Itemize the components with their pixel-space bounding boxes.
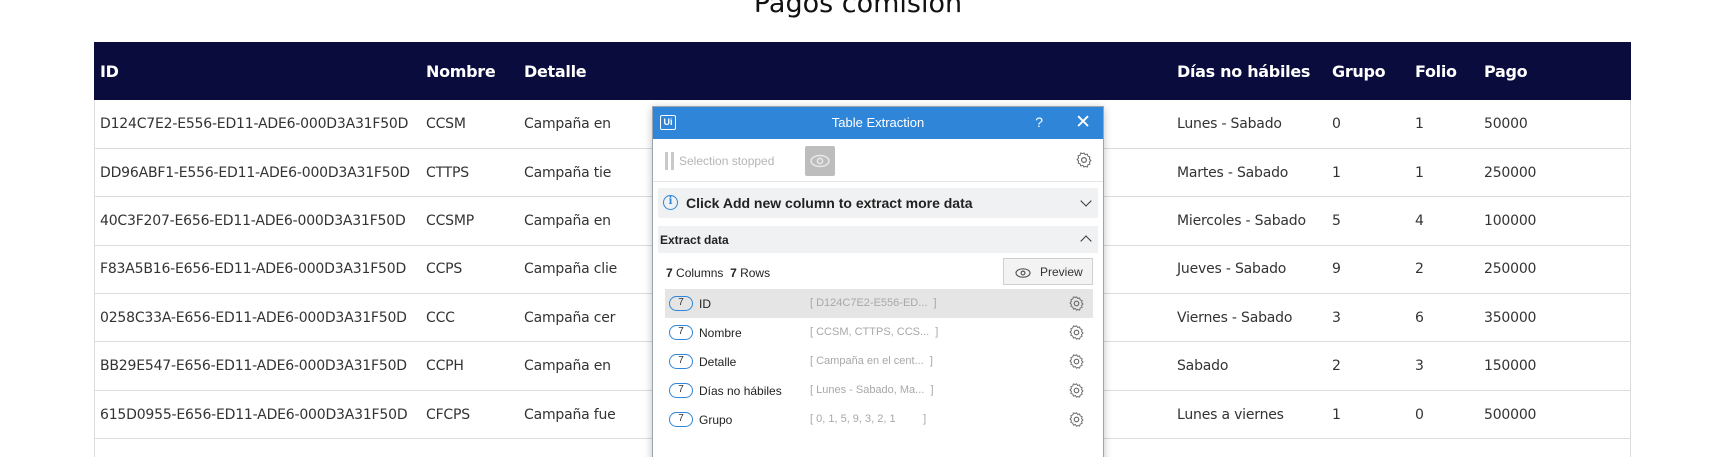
column-name: Grupo [699,413,733,427]
help-icon[interactable]: ? [1035,114,1043,130]
cell-id: D124C7E2-E556-ED11-ADE6-000D3A31F50D [100,115,409,132]
cell-nombre: CCPS [426,261,463,278]
column-header-grupo[interactable]: Grupo [1326,42,1409,100]
cell-nombre: CCSMP [426,212,474,229]
section-title: Extract data [660,233,729,247]
cell-folio: 1 [1415,164,1424,181]
column-count-pill: 7 [669,325,693,340]
cell-grupo: 2 [1332,358,1341,375]
column-item-id[interactable]: 7 ID [ D124C7E2-E556-ED... ] [665,289,1093,318]
dialog-toolbar: Selection stopped [653,139,1103,182]
column-header-dias-no-habiles[interactable]: Días no hábiles [1171,42,1326,100]
cell-folio: 1 [1415,115,1424,132]
cell-dias: Martes - Sabado [1177,164,1289,181]
column-name: Detalle [699,355,737,369]
cell-nombre: CTTPS [426,164,469,181]
column-item-dias-no-habiles[interactable]: 7 Días no hábiles [ Lunes - Sabado, Ma..… [665,376,1093,405]
cell-id: F83A5B16-E656-ED11-ADE6-000D3A31F50D [100,261,407,278]
cell-pago: 350000 [1484,309,1537,326]
column-name: Días no hábiles [699,384,782,398]
cell-nombre: CCC [426,309,455,326]
column-header-detalle[interactable]: Detalle [518,42,1171,100]
cell-grupo: 1 [1332,164,1341,181]
column-sample: [ 0, 1, 5, 9, 3, 2, 1 ] [810,413,927,425]
cell-pago: 100000 [1484,212,1537,229]
cell-pago: 50000 [1484,115,1528,132]
pause-icon[interactable] [665,152,674,170]
cell-pago: 250000 [1484,261,1537,278]
column-count-pill: 7 [669,383,693,398]
column-sample: [ Campaña en el cent... ] [810,355,933,367]
column-settings-gear-icon[interactable] [1068,411,1085,433]
cell-grupo: 0 [1332,115,1341,132]
column-item-nombre[interactable]: 7 Nombre [ CCSM, CTTPS, CCS... ] [665,318,1093,347]
column-item-detalle[interactable]: 7 Detalle [ Campaña en el cent... ] [665,347,1093,376]
chevron-down-icon[interactable] [1080,195,1092,207]
preview-button[interactable]: Preview [1003,258,1093,285]
column-header-id[interactable]: ID [94,42,420,100]
highlight-toggle-button[interactable] [805,146,835,176]
dialog-titlebar[interactable]: Ui Table Extraction ? ✕ [653,107,1103,139]
cell-folio: 6 [1415,309,1424,326]
column-name: ID [699,297,711,311]
cell-grupo: 9 [1332,261,1341,278]
column-sample: [ D124C7E2-E556-ED... ] [810,297,937,309]
column-header-nombre[interactable]: Nombre [420,42,518,100]
cell-grupo: 1 [1332,406,1341,423]
chevron-up-icon[interactable] [1080,235,1092,247]
column-count-pill: 7 [669,412,693,427]
column-name: Nombre [699,326,742,340]
cell-dias: Viernes - Sabado [1177,309,1293,326]
column-header-folio[interactable]: Folio [1409,42,1478,100]
columns-rows-count: 7 Columns 7 Rows [666,266,771,280]
cell-pago: 250000 [1484,164,1537,181]
cell-pago: 500000 [1484,406,1537,423]
column-count-pill: 7 [669,296,693,311]
info-banner[interactable]: i Click Add new column to extract more d… [658,188,1098,218]
cell-id: DD96ABF1-E556-ED11-ADE6-000D3A31F50D [100,164,410,181]
cell-grupo: 3 [1332,309,1341,326]
cell-id: 0258C33A-E656-ED11-ADE6-000D3A31F50D [100,309,407,326]
cell-id: 40C3F207-E656-ED11-ADE6-000D3A31F50D [100,212,406,229]
column-sample: [ Lunes - Sabado, Ma... ] [810,384,934,396]
cell-id: 615D0955-E656-ED11-ADE6-000D3A31F50D [100,406,408,423]
table-extraction-dialog: Ui Table Extraction ? ✕ Selection stoppe… [652,106,1104,457]
extract-data-section-header[interactable]: Extract data [658,226,1098,253]
cell-nombre: CCPH [426,358,464,375]
settings-gear-icon[interactable] [1075,151,1093,174]
cell-folio: 0 [1415,406,1424,423]
selection-status: Selection stopped [679,154,775,168]
eye-icon [1015,268,1031,278]
column-item-grupo[interactable]: 7 Grupo [ 0, 1, 5, 9, 3, 2, 1 ] [665,405,1093,434]
cell-folio: 2 [1415,261,1424,278]
cell-id: BB29E547-E656-ED11-ADE6-000D3A31F50D [100,358,407,375]
cell-dias: Miercoles - Sabado [1177,212,1306,229]
cell-dias: Lunes - Sabado [1177,115,1282,132]
info-icon: i [663,195,678,210]
column-header-pago[interactable]: Pago [1478,42,1631,100]
cell-nombre: CFCPS [426,406,470,423]
cell-dias: Jueves - Sabado [1177,261,1287,278]
cell-folio: 4 [1415,212,1424,229]
column-settings-gear-icon[interactable] [1068,324,1085,346]
eye-icon [810,154,830,168]
cell-nombre: CCSM [426,115,466,132]
column-sample: [ CCSM, CTTPS, CCS... ] [810,326,939,338]
page-title: Pagos comisión [753,0,963,19]
cell-dias: Sabado [1177,358,1229,375]
info-message: Click Add new column to extract more dat… [686,195,973,211]
cell-folio: 3 [1415,358,1424,375]
column-settings-gear-icon[interactable] [1068,295,1085,317]
column-count-pill: 7 [669,354,693,369]
extract-summary: 7 Columns 7 Rows Preview [653,253,1103,289]
cell-grupo: 5 [1332,212,1341,229]
cell-dias: Lunes a viernes [1177,406,1284,423]
table-header-row: ID Nombre Detalle Días no hábiles Grupo … [94,42,1631,100]
column-settings-gear-icon[interactable] [1068,382,1085,404]
cell-pago: 150000 [1484,358,1537,375]
column-settings-gear-icon[interactable] [1068,353,1085,375]
close-icon[interactable]: ✕ [1075,111,1091,134]
